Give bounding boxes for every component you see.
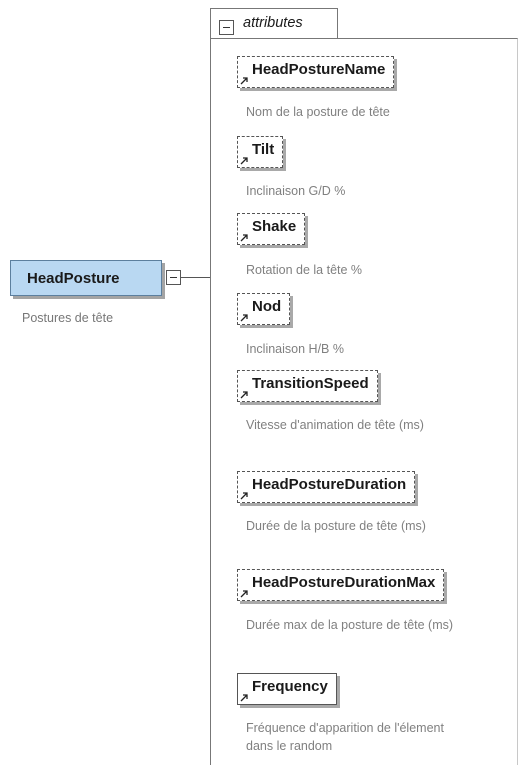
attribute-description: Durée max de la posture de tête (ms)	[246, 618, 454, 632]
attribute-item[interactable]: Tilt	[237, 136, 284, 168]
reference-arrow-icon	[240, 77, 248, 85]
attribute-item[interactable]: HeadPostureDuration	[237, 471, 416, 503]
attribute-description: Inclinaison H/B %	[246, 342, 344, 356]
attributes-group-title: attributes	[243, 15, 303, 31]
attribute-description: Nom de la posture de tête	[246, 105, 390, 119]
attribute-description: Inclinaison G/D %	[246, 184, 346, 198]
attributes-group-header[interactable]: attributes	[210, 8, 338, 38]
attribute-name: TransitionSpeed	[252, 375, 369, 392]
minus-glyph	[170, 277, 177, 278]
attribute-item[interactable]: Frequency	[237, 673, 337, 705]
attribute-name: HeadPostureDuration	[252, 476, 407, 493]
collapse-icon[interactable]	[166, 270, 181, 285]
attribute-name: HeadPostureName	[252, 61, 386, 78]
reference-arrow-icon	[240, 234, 248, 242]
attribute-description: Vitesse d'animation de tête (ms)	[246, 418, 424, 432]
reference-arrow-icon	[240, 590, 248, 598]
attribute-item[interactable]: Shake	[237, 213, 306, 245]
reference-arrow-icon	[240, 157, 248, 165]
root-element-description: Postures de tête	[22, 311, 114, 325]
attribute-description: Fréquence d'apparition de l'élement dans…	[246, 721, 444, 753]
reference-arrow-icon	[240, 694, 248, 702]
attribute-item[interactable]: HeadPostureDurationMax	[237, 569, 445, 601]
attribute-item[interactable]: Nod	[237, 293, 291, 325]
attribute-name: Shake	[252, 218, 297, 235]
attribute-description: Rotation de la tête %	[246, 263, 363, 277]
attribute-item[interactable]: TransitionSpeed	[237, 370, 378, 402]
attribute-name: Tilt	[252, 141, 275, 158]
root-element-label: HeadPosture	[27, 269, 120, 287]
reference-arrow-icon	[240, 492, 248, 500]
minus-glyph	[223, 27, 230, 28]
attribute-name: Frequency	[252, 678, 328, 695]
connector-line	[181, 277, 210, 278]
attribute-name: HeadPostureDurationMax	[252, 574, 436, 591]
attribute-description: Durée de la posture de tête (ms)	[246, 519, 426, 533]
collapse-icon[interactable]	[219, 20, 234, 35]
attribute-name: Nod	[252, 298, 282, 315]
root-element-box[interactable]: HeadPosture	[10, 260, 162, 296]
reference-arrow-icon	[240, 391, 248, 399]
reference-arrow-icon	[240, 314, 248, 322]
attribute-item[interactable]: HeadPostureName	[237, 56, 395, 88]
